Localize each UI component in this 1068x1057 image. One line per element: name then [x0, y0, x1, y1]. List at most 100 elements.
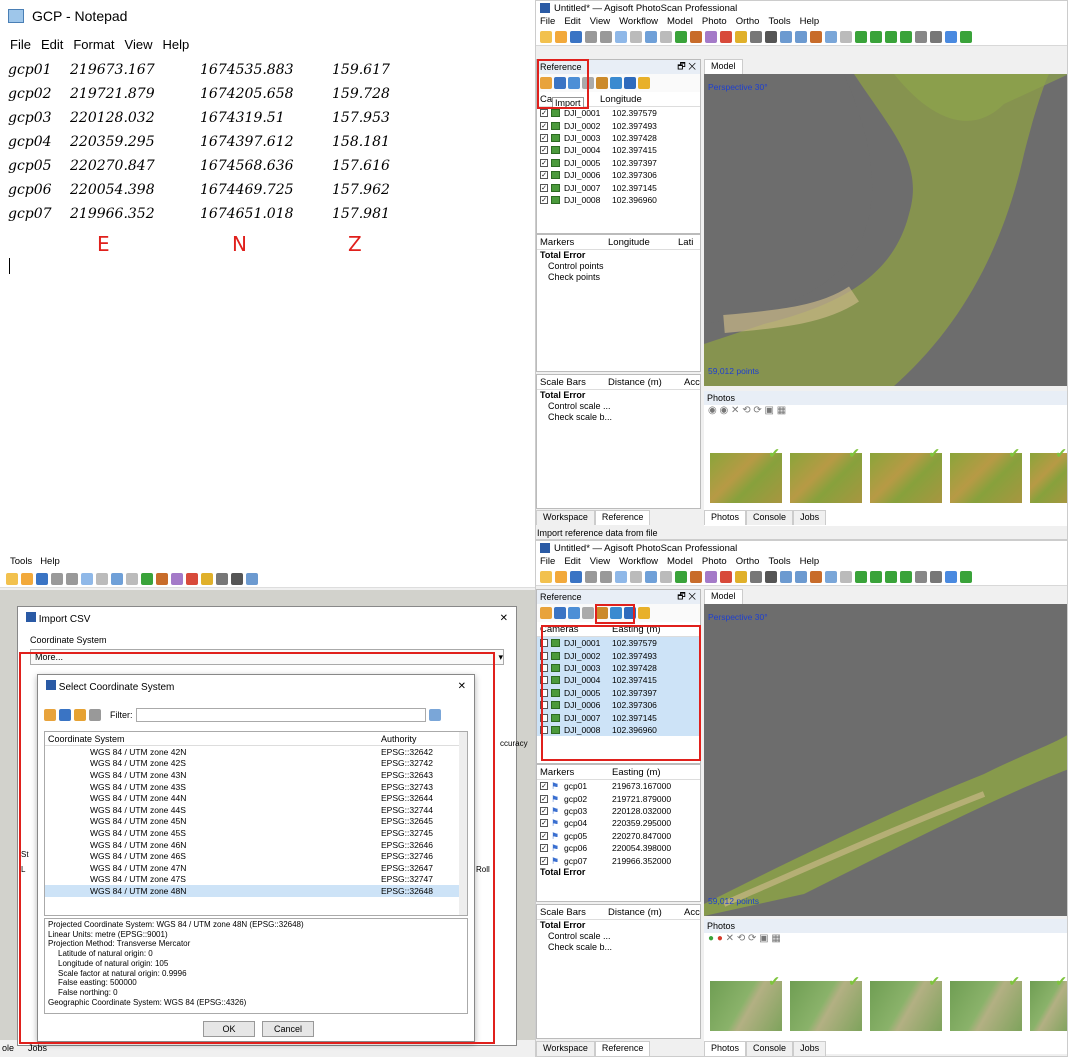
redo-icon[interactable]	[600, 30, 612, 43]
zoom-in-icon[interactable]	[750, 570, 762, 583]
move-icon[interactable]	[660, 30, 672, 43]
camera-checkbox[interactable]: ✓	[540, 158, 548, 167]
screenshot-icon[interactable]	[915, 30, 927, 43]
ps-bottom-menu-item[interactable]: Help	[800, 556, 820, 567]
marker-checkbox[interactable]: ✓	[540, 831, 548, 840]
ps-top-menu-item[interactable]: Photo	[702, 16, 727, 27]
acc-col[interactable]: Acc	[681, 907, 700, 918]
zoom-in-icon[interactable]	[216, 572, 228, 585]
photo-thumbnail[interactable]	[870, 973, 943, 1031]
marker-row[interactable]: ✓ ⚑ gcp05 220270.847000	[537, 830, 700, 842]
marker-row[interactable]: ✓ ⚑ gcp07 219966.352000	[537, 854, 700, 866]
disable-icon[interactable]: ●	[717, 933, 723, 944]
rect-select-icon[interactable]	[630, 30, 642, 43]
crop-icon[interactable]	[201, 572, 213, 585]
enable-icon[interactable]: ●	[708, 933, 714, 944]
navigate-icon[interactable]	[645, 570, 657, 583]
ortho-icon[interactable]	[885, 570, 897, 583]
ruler-icon[interactable]	[705, 570, 717, 583]
navigate-icon[interactable]	[645, 30, 657, 43]
crop-icon[interactable]	[735, 30, 747, 43]
marker-row[interactable]: ✓ ⚑ gcp02 219721.879000	[537, 792, 700, 804]
points-icon[interactable]	[810, 570, 822, 583]
notepad-menu-view[interactable]: View	[125, 37, 153, 52]
markers-easting-col[interactable]: Easting (m)	[609, 767, 679, 778]
mask-icon[interactable]: ▣	[759, 933, 768, 944]
ruler-icon[interactable]	[705, 30, 717, 43]
distance-col[interactable]: Distance (m)	[605, 377, 681, 388]
scalebars-col[interactable]: Scale Bars	[537, 377, 605, 388]
rotate-icon[interactable]	[675, 570, 687, 583]
move-object-icon[interactable]	[780, 30, 792, 43]
tiled-icon[interactable]	[855, 30, 867, 43]
close-icon[interactable]: 🗗 ✕	[677, 60, 696, 75]
view-errors-icon[interactable]	[638, 607, 650, 619]
camera-row[interactable]: ✓ DJI_0008 102.396960	[537, 194, 700, 206]
close-icon[interactable]: 🗗 ✕	[677, 590, 696, 605]
photo-thumbnail[interactable]	[870, 445, 943, 503]
marker-row[interactable]: ✓ ⚑ gcp04 220359.295000	[537, 817, 700, 829]
tab-model[interactable]: Model	[704, 589, 743, 604]
grid-icon[interactable]: ▦	[777, 405, 786, 416]
grid-icon[interactable]	[795, 570, 807, 583]
ps-bottom-menu-item[interactable]: Tools	[768, 556, 790, 567]
rotate-icon[interactable]: ⟲	[737, 933, 745, 944]
tab-reference[interactable]: Reference	[594, 510, 651, 525]
camera-row[interactable]: ✓ DJI_0003 102.397428	[537, 132, 700, 144]
rotate-icon[interactable]: ⟲	[742, 405, 750, 416]
undo-icon[interactable]	[585, 30, 597, 43]
camera-icon[interactable]	[900, 570, 912, 583]
new-icon[interactable]	[6, 572, 18, 585]
tiled-icon[interactable]	[855, 570, 867, 583]
flag-icon[interactable]	[960, 570, 972, 583]
camera-checkbox[interactable]: ✓	[540, 195, 548, 204]
remove-icon[interactable]: ✕	[731, 405, 739, 416]
model-view[interactable]: Perspective 30° 59,012 points	[704, 74, 1067, 386]
calculator-icon[interactable]	[582, 607, 594, 619]
region-icon[interactable]	[930, 30, 942, 43]
ps-top-menu-item[interactable]: Model	[667, 16, 693, 27]
navigate-icon[interactable]	[111, 572, 123, 585]
region-icon[interactable]	[930, 570, 942, 583]
notepad-menu-help[interactable]: Help	[162, 37, 189, 52]
ps-bottom-menu-item[interactable]: Ortho	[736, 556, 760, 567]
zoom-in-icon[interactable]	[750, 30, 762, 43]
menu-help[interactable]: Help	[40, 556, 60, 570]
disable-icon[interactable]: ◉	[720, 405, 729, 416]
ps-top-menu-item[interactable]: Tools	[768, 16, 790, 27]
camera-checkbox[interactable]: ✓	[540, 171, 548, 180]
move-object-icon[interactable]	[780, 570, 792, 583]
grid-icon[interactable]	[795, 30, 807, 43]
markers-longitude-col[interactable]: Longitude	[605, 237, 675, 248]
ps-bottom-menu-item[interactable]: File	[540, 556, 555, 567]
acc-col[interactable]: Acc	[681, 377, 700, 388]
convert-icon[interactable]	[568, 607, 580, 619]
save-icon[interactable]	[570, 570, 582, 583]
tab-jobs[interactable]: Jobs	[28, 1043, 47, 1057]
import-icon[interactable]	[540, 607, 552, 619]
photo-thumbnail[interactable]	[1030, 445, 1067, 503]
ps-bottom-menu-item[interactable]: Edit	[564, 556, 580, 567]
dem-icon[interactable]	[870, 570, 882, 583]
save-icon[interactable]	[36, 572, 48, 585]
ruler-icon[interactable]	[171, 572, 183, 585]
camera-row[interactable]: ✓ DJI_0002 102.397493	[537, 119, 700, 131]
remove-icon[interactable]: ✕	[726, 933, 734, 944]
undo-icon[interactable]	[51, 572, 63, 585]
ps-top-menu-item[interactable]: Help	[800, 16, 820, 27]
notepad-menu-file[interactable]: File	[10, 37, 31, 52]
camera-icon[interactable]	[900, 30, 912, 43]
tab-model[interactable]: Model	[704, 59, 743, 74]
dem-icon[interactable]	[870, 30, 882, 43]
photo-thumbnail[interactable]	[1030, 973, 1067, 1031]
texture-icon[interactable]	[840, 570, 852, 583]
marker-icon[interactable]	[945, 570, 957, 583]
marker-icon[interactable]	[945, 30, 957, 43]
tab-console[interactable]: Console	[746, 510, 794, 525]
new-icon[interactable]	[540, 570, 552, 583]
draw-icon[interactable]	[690, 30, 702, 43]
zoom-out-icon[interactable]	[765, 570, 777, 583]
open-icon[interactable]	[555, 570, 567, 583]
screenshot-icon[interactable]	[915, 570, 927, 583]
close-icon[interactable]: ✕	[500, 613, 508, 624]
